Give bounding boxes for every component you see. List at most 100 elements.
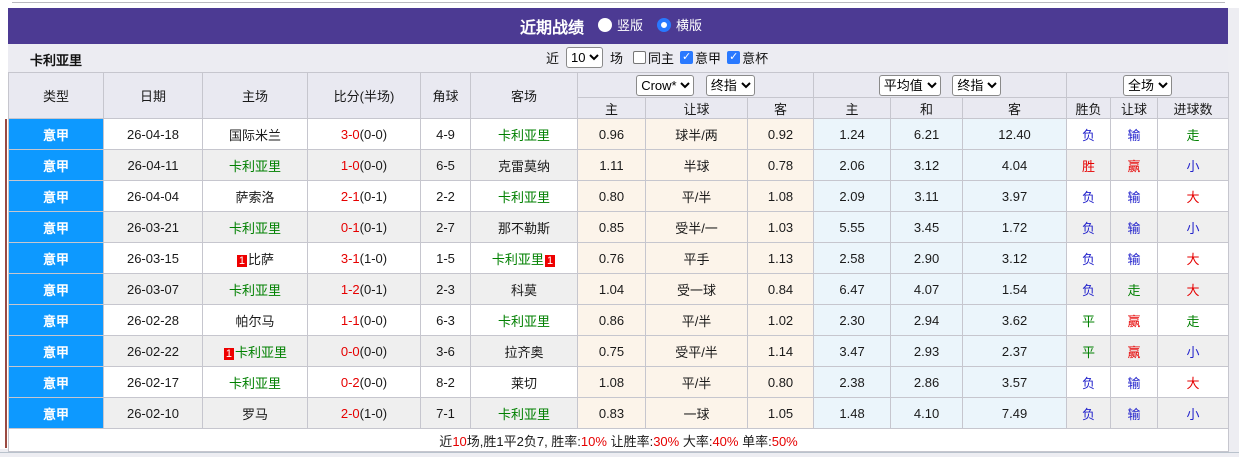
page-title: 近期战绩 (519, 20, 584, 37)
result-wdl-cell: 负 (1066, 118, 1112, 150)
games-label: 场 (610, 51, 624, 66)
avg-home-cell: 2.06 (813, 149, 892, 181)
home-team-name: 卡利亚里 (228, 158, 281, 174)
checkbox-icon[interactable] (633, 51, 647, 64)
result-goals-cell: 小 (1157, 211, 1230, 243)
avg-draw-cell: 2.86 (890, 366, 964, 398)
odds-away-cell: 1.08 (746, 180, 815, 212)
home-team-name: 罗马 (241, 406, 268, 422)
away-team-name: 卡利亚里 (491, 251, 544, 267)
result-wdl-cell: 平 (1066, 335, 1112, 367)
red-card-badge: 1 (236, 254, 248, 267)
odds-final-select[interactable]: 终指 (705, 74, 755, 96)
result-handicap-cell: 输 (1110, 180, 1159, 212)
table-row: 意甲 26-02-10 罗马 2-0(1-0) 7-1 卡利亚里 0.83 一球… (8, 397, 1230, 429)
league-cell: 意甲 (8, 273, 104, 305)
layout-radio-option[interactable]: 竖版 (597, 15, 643, 34)
result-handicap-cell: 输 (1110, 211, 1159, 243)
filter-checkbox[interactable]: 同主 (633, 48, 674, 67)
fulltime-select[interactable]: 全场 (1123, 74, 1173, 96)
result-handicap-cell: 输 (1110, 118, 1159, 150)
sub-header-wdl: 胜负 (1066, 97, 1112, 119)
team-name: 卡利亚里 (30, 53, 83, 68)
checkbox-icon[interactable] (680, 50, 694, 64)
league-cell: 意甲 (8, 149, 104, 181)
corners-cell: 2-7 (420, 211, 471, 243)
match-count-select[interactable]: 10 (566, 47, 604, 68)
sub-header-handicap: 让球 (645, 97, 748, 119)
avg-home-cell: 6.47 (813, 273, 892, 305)
table-row: 意甲 26-03-07 卡利亚里 1-2(0-1) 2-3 科莫 1.04 受一… (8, 273, 1230, 305)
corners-cell: 3-6 (420, 335, 471, 367)
corners-cell: 2-2 (420, 180, 471, 212)
avg-draw-cell: 3.45 (890, 211, 964, 243)
result-wdl-cell: 负 (1066, 180, 1112, 212)
sub-header-goals: 进球数 (1157, 97, 1230, 119)
fulltime-group-header: 全场 (1066, 72, 1230, 98)
result-goals-cell: 大 (1157, 180, 1230, 212)
away-team-name: 卡利亚里 (497, 313, 550, 329)
radio-icon[interactable] (597, 17, 612, 32)
avg-group-header: 平均值 终指 (813, 72, 1068, 98)
fulltime-score: 1-2 (340, 281, 360, 297)
away-team-cell: 卡利亚里 (470, 180, 578, 212)
league-cell: 意甲 (8, 211, 104, 243)
result-goals-cell: 走 (1157, 118, 1230, 150)
filter-checkbox[interactable]: 意杯 (727, 48, 768, 67)
table-row: 意甲 26-03-15 1 比萨 3-1(1-0) 1-5 卡利亚里 1 0.76 … (8, 242, 1230, 274)
odds-home-cell: 0.83 (577, 397, 646, 429)
sub-header-odds-home: 主 (577, 97, 646, 119)
fulltime-score: 0-0 (340, 343, 360, 359)
date-cell: 26-02-10 (103, 397, 203, 429)
summary-segment: 10 (452, 433, 467, 449)
avg-draw-cell: 4.10 (890, 397, 964, 429)
odds-away-cell: 0.80 (746, 366, 815, 398)
home-team-name: 比萨 (248, 251, 275, 267)
avg-home-cell: 3.47 (813, 335, 892, 367)
away-team-name: 卡利亚里 (497, 406, 550, 422)
sub-header-avg-draw: 和 (890, 97, 964, 119)
filter-controls: 近 10 场 同主 意甲 意杯 (546, 47, 768, 68)
result-goals-cell: 小 (1157, 397, 1230, 429)
home-team-name: 帕尔马 (235, 313, 275, 329)
filter-checkbox[interactable]: 意甲 (680, 48, 721, 67)
league-cell: 意甲 (8, 304, 104, 336)
checkbox-icon[interactable] (727, 50, 741, 64)
score-cell: 0-0(0-0) (307, 335, 421, 367)
handicap-line-cell: 受平/半 (645, 335, 748, 367)
odds-away-cell: 1.13 (746, 242, 815, 274)
result-handicap-cell: 输 (1110, 366, 1159, 398)
odds-home-cell: 0.80 (577, 180, 646, 212)
away-team-name: 那不勒斯 (497, 220, 550, 236)
odds-away-cell: 0.78 (746, 149, 815, 181)
corners-cell: 4-9 (420, 118, 471, 150)
odds-home-cell: 0.96 (577, 118, 646, 150)
odds-source-select[interactable]: Crow* (636, 74, 695, 96)
result-goals-cell: 大 (1157, 242, 1230, 274)
halftime-score: (1-0) (359, 405, 388, 421)
avg-select[interactable]: 平均值 (878, 74, 941, 96)
score-cell: 3-0(0-0) (307, 118, 421, 150)
home-team-cell: 卡利亚里 (202, 149, 308, 181)
avg-away-cell: 3.62 (962, 304, 1068, 336)
date-cell: 26-04-11 (103, 149, 203, 181)
halftime-score: (0-1) (359, 188, 388, 204)
col-header-date: 日期 (103, 72, 203, 119)
home-team-name: 卡利亚里 (228, 282, 281, 298)
avg-away-cell: 3.12 (962, 242, 1068, 274)
avg-away-cell: 3.57 (962, 366, 1068, 398)
odds-away-cell: 1.02 (746, 304, 815, 336)
handicap-line-cell: 平手 (645, 242, 748, 274)
header-group-row: 类型 日期 主场 比分(半场) 角球 客场 Crow* 终指 平均值 终指 全场 (8, 72, 1230, 119)
league-cell: 意甲 (8, 242, 104, 274)
fulltime-score: 3-1 (340, 250, 360, 266)
avg-final-select[interactable]: 终指 (952, 74, 1002, 96)
odds-home-cell: 0.75 (577, 335, 646, 367)
radio-icon[interactable] (657, 17, 671, 32)
layout-radio-selected[interactable]: 横版 (657, 15, 702, 34)
fulltime-score: 3-0 (340, 126, 360, 142)
summary-cell: 近10场,胜1平2负7, 胜率:10% 让胜率:30% 大率:40% 单率:50… (7, 428, 1230, 452)
date-cell: 26-03-07 (103, 273, 203, 305)
sub-header-avg-away: 客 (962, 97, 1068, 119)
date-cell: 26-04-18 (103, 118, 203, 150)
